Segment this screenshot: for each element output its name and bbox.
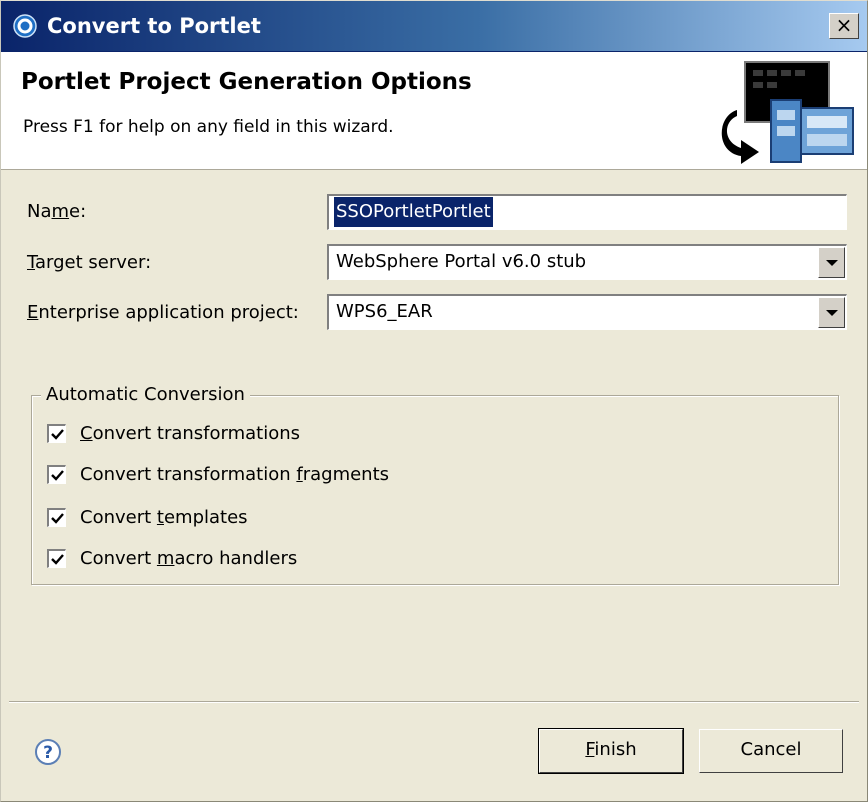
option-label: Convert transformation fragments	[80, 464, 390, 485]
page-title: Portlet Project Generation Options	[21, 69, 472, 95]
enterprise-project-value: WPS6_EAR	[336, 301, 433, 322]
name-field[interactable]: SSOPortletPortlet	[327, 194, 847, 230]
checkbox[interactable]	[47, 465, 66, 484]
enterprise-project-label: Enterprise application project:	[27, 302, 299, 323]
cancel-button[interactable]: Cancel	[699, 729, 843, 773]
option-label: Convert templates	[80, 507, 248, 528]
wizard-banner: Portlet Project Generation Options Press…	[1, 52, 867, 170]
wizard-banner-graphic-icon	[721, 61, 854, 164]
target-server-dropdown[interactable]: WebSphere Portal v6.0 stub	[327, 244, 847, 280]
checkbox[interactable]	[47, 424, 66, 443]
enterprise-project-dropdown[interactable]: WPS6_EAR	[327, 294, 847, 330]
help-icon[interactable]: ?	[33, 737, 63, 767]
name-label: Name:	[27, 201, 87, 222]
dropdown-arrow-icon[interactable]	[818, 297, 845, 328]
title-bar[interactable]: Convert to Portlet ×	[1, 1, 867, 52]
target-server-label: Target server:	[27, 252, 152, 273]
close-icon[interactable]: ×	[829, 13, 859, 39]
target-server-value: WebSphere Portal v6.0 stub	[336, 251, 587, 272]
checkbox[interactable]	[47, 549, 66, 568]
checkmark-icon	[51, 513, 64, 524]
window-title: Convert to Portlet	[47, 14, 261, 38]
dropdown-arrow-icon[interactable]	[818, 247, 845, 278]
convert-to-portlet-dialog: Convert to Portlet × Portlet Project Gen…	[0, 0, 868, 802]
checkmark-icon	[51, 554, 64, 565]
name-field-value: SSOPortletPortlet	[334, 197, 493, 227]
option-label: Convert macro handlers	[80, 548, 298, 569]
app-icon	[13, 14, 37, 38]
checkbox[interactable]	[47, 508, 66, 527]
option-label: Convert transformations	[80, 423, 301, 444]
footer-separator	[9, 701, 859, 703]
automatic-conversion-legend: Automatic Conversion	[41, 382, 250, 408]
checkmark-icon	[51, 429, 64, 440]
svg-text:?: ?	[43, 743, 53, 763]
checkmark-icon	[51, 470, 64, 481]
finish-button[interactable]: Finish	[538, 728, 684, 774]
page-description: Press F1 for help on any field in this w…	[23, 117, 394, 137]
